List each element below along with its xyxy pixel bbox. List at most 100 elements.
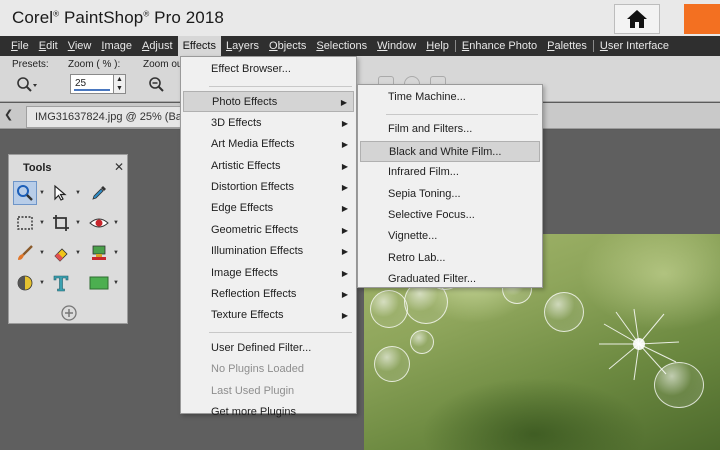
menu-item-time-machine[interactable]: Time Machine...: [360, 87, 540, 108]
paint-brush-tool[interactable]: [13, 241, 37, 265]
zoom-out-label: Zoom ou: [143, 59, 183, 70]
menu-item-film-and-filters[interactable]: Film and Filters...: [360, 119, 540, 140]
menu-enhance-photo[interactable]: Enhance Photo: [457, 36, 542, 56]
magnifier-icon: [17, 185, 33, 201]
menu-item-art-media-effects[interactable]: Art Media Effects ▶: [183, 134, 354, 155]
text-tool[interactable]: [49, 271, 73, 295]
tools-palette: Tools ✕ ▼ ▼ ▼ ▼ ▼ ▼ ▼ ▼ ▼ ▼: [8, 154, 128, 324]
menu-item-image-effects[interactable]: Image Effects ▶: [183, 263, 354, 284]
submenu-arrow-icon: ▶: [341, 161, 348, 171]
submenu-arrow-icon: ▶: [341, 311, 348, 321]
menu-item-edge-effects[interactable]: Edge Effects ▶: [183, 198, 354, 219]
menu-item-photo-effects[interactable]: Photo Effects ▶: [183, 91, 354, 113]
bubble: [544, 292, 584, 332]
zoom-stepper[interactable]: ▲ ▼: [114, 74, 126, 94]
menu-item-infrared-film[interactable]: Infrared Film...: [360, 162, 540, 183]
menu-selections[interactable]: Selections: [311, 36, 372, 56]
menu-item-sepia-toning[interactable]: Sepia Toning...: [360, 184, 540, 205]
menu-item-geometric-effects[interactable]: Geometric Effects ▶: [183, 220, 354, 241]
menu-adjust[interactable]: Adjust: [137, 36, 178, 56]
tab-scroll-left-icon[interactable]: ❮: [4, 108, 13, 121]
menu-image[interactable]: Image: [96, 36, 137, 56]
tool-flyout-icon[interactable]: ▼: [75, 220, 81, 226]
home-button[interactable]: [614, 4, 660, 34]
dandelion-seeds: [599, 308, 680, 381]
menu-file[interactable]: File: [6, 36, 34, 56]
menu-separator: [592, 40, 594, 52]
eye-icon: [89, 218, 109, 228]
menu-separator: [209, 85, 352, 87]
effects-menu: Effect Browser... Photo Effects ▶ 3D Effect…: [180, 56, 357, 418]
menu-item-last-used-plugin: Last Used Plugin: [211, 384, 295, 397]
menu-item-effect-browser[interactable]: Effect Browser...: [183, 59, 354, 80]
tool-flyout-icon[interactable]: ▼: [113, 220, 119, 226]
presets-label: Presets:: [12, 59, 49, 70]
menu-view[interactable]: View: [63, 36, 97, 56]
menu-separator: [209, 332, 352, 334]
tool-flyout-icon[interactable]: ▼: [75, 250, 81, 256]
eraser-icon: [54, 248, 68, 262]
zoom-input[interactable]: 25: [70, 74, 114, 94]
menu-item-reflection-effects[interactable]: Reflection Effects ▶: [183, 284, 354, 305]
tool-flyout-icon[interactable]: ▼: [113, 280, 119, 286]
presets-dropdown[interactable]: [16, 74, 38, 96]
submenu-arrow-icon: ▶: [341, 247, 348, 257]
tools-title: Tools: [23, 162, 52, 174]
zoom-out-button[interactable]: [146, 74, 168, 96]
tool-flyout-icon[interactable]: ▼: [39, 280, 45, 286]
tool-flyout-icon[interactable]: ▼: [113, 250, 119, 256]
red-eye-tool[interactable]: [87, 211, 111, 235]
menu-layers[interactable]: Layers: [221, 36, 264, 56]
crop-tool[interactable]: [49, 211, 73, 235]
text-t-icon: [53, 275, 69, 292]
rectangle-tool[interactable]: [87, 271, 111, 295]
dodge-tool[interactable]: [13, 271, 37, 295]
marquee-icon: [17, 216, 33, 230]
menu-help[interactable]: Help: [421, 36, 454, 56]
close-icon[interactable]: ✕: [114, 160, 124, 174]
add-tool-button[interactable]: [57, 301, 81, 325]
tool-flyout-icon[interactable]: ▼: [75, 190, 81, 196]
pick-tool[interactable]: [49, 181, 73, 205]
zoom-label: Zoom ( % ):: [68, 59, 121, 70]
clone-tool[interactable]: [87, 241, 111, 265]
menu-user-interface[interactable]: User Interface: [595, 36, 674, 56]
title-bar: Corel® PaintShop® Pro 2018: [0, 0, 720, 36]
menu-item-graduated-filter[interactable]: Graduated Filter...: [360, 269, 540, 290]
menu-palettes[interactable]: Palettes: [542, 36, 592, 56]
menu-window[interactable]: Window: [372, 36, 421, 56]
dropper-tool[interactable]: [87, 181, 111, 205]
orange-workspace-button[interactable]: [684, 4, 720, 34]
submenu-arrow-icon: ▶: [341, 204, 348, 214]
document-tab[interactable]: IMG31637824.jpg @ 25% (Ba: [26, 106, 186, 128]
tool-flyout-icon[interactable]: ▼: [39, 190, 45, 196]
clone-stamp-icon: [92, 245, 106, 260]
menu-item-get-more-plugins[interactable]: Get more Plugins: [183, 402, 354, 423]
menu-item-retro-lab[interactable]: Retro Lab...: [360, 248, 540, 269]
menu-bar: File Edit View Image Adjust Effects Layers Obje…: [0, 36, 720, 56]
plus-circle-icon: [61, 305, 77, 321]
menu-item-illumination-effects[interactable]: Illumination Effects ▶: [183, 241, 354, 262]
menu-item-distortion-effects[interactable]: Distortion Effects ▶: [183, 177, 354, 198]
zoom-tool[interactable]: [13, 181, 37, 205]
submenu-arrow-icon: ▶: [341, 183, 348, 192]
menu-item-black-and-white-film[interactable]: Black and White Film...: [360, 140, 540, 162]
menu-item-user-defined-filter[interactable]: User Defined Filter...: [183, 338, 354, 359]
submenu-arrow-icon: ▶: [341, 290, 348, 299]
eraser-tool[interactable]: [49, 241, 73, 265]
bubble: [410, 330, 434, 354]
eyedropper-icon: [92, 186, 106, 200]
menu-item-texture-effects[interactable]: Texture Effects ▶: [183, 305, 354, 326]
menu-item-selective-focus[interactable]: Selective Focus...: [360, 205, 540, 226]
tool-flyout-icon[interactable]: ▼: [39, 220, 45, 226]
tool-flyout-icon[interactable]: ▼: [39, 250, 45, 256]
selection-tool[interactable]: [13, 211, 37, 235]
menu-effects[interactable]: Effects: [177, 36, 221, 56]
menu-item-3d-effects[interactable]: 3D Effects ▶: [183, 113, 354, 134]
menu-item-artistic-effects[interactable]: Artistic Effects ▶: [183, 156, 354, 177]
crop-icon: [53, 215, 69, 231]
menu-separator: [454, 40, 456, 52]
menu-edit[interactable]: Edit: [34, 36, 63, 56]
menu-objects[interactable]: Objects: [264, 36, 311, 56]
menu-item-vignette[interactable]: Vignette...: [360, 226, 540, 247]
